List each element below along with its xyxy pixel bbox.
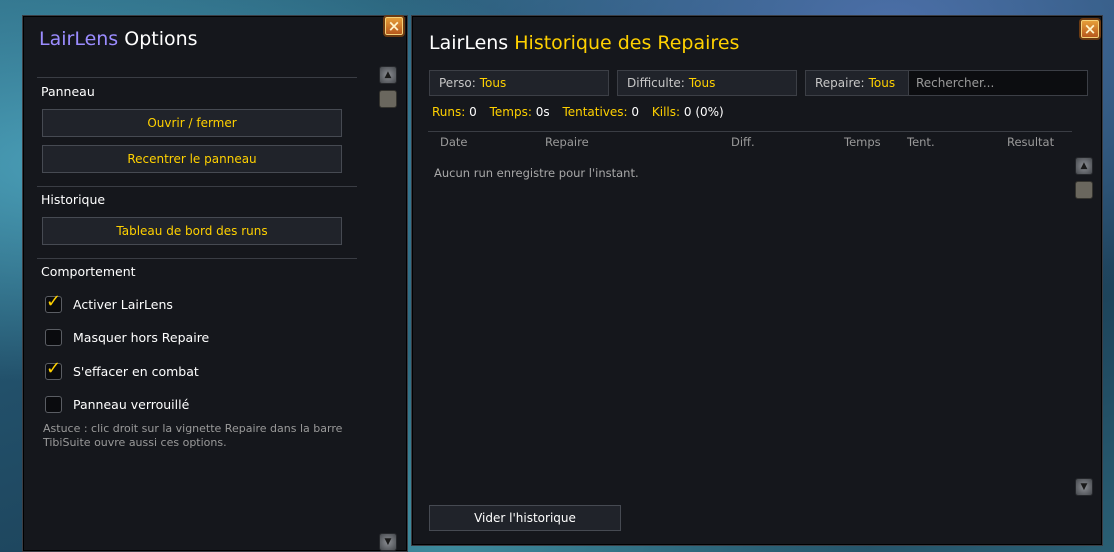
checkbox-label: Masquer hors Repaire bbox=[73, 329, 210, 345]
kills-value: 0 (0%) bbox=[683, 105, 724, 119]
divider bbox=[37, 186, 357, 187]
options-panel: LairLens Options × Panneau Ouvrir / ferm… bbox=[22, 15, 408, 552]
kills-label: Kills: bbox=[651, 105, 681, 119]
enable-lairlens-checkbox[interactable]: ✓ bbox=[45, 291, 62, 313]
hide-outside-lair-option[interactable]: Masquer hors Repaire bbox=[45, 327, 209, 347]
clear-history-button[interactable]: Vider l'historique bbox=[429, 505, 621, 531]
time-label: Temps: bbox=[489, 105, 532, 119]
runs-dashboard-button[interactable]: Tableau de bord des runs bbox=[42, 217, 342, 245]
lock-panel-checkbox[interactable] bbox=[45, 395, 62, 413]
checkmark-icon: ✓ bbox=[46, 290, 62, 312]
history-title: LairLens Historique des Repaires bbox=[429, 32, 739, 54]
arrow-down-icon: ▼ bbox=[384, 537, 392, 547]
runs-value: 0 bbox=[469, 105, 477, 119]
options-hint-text: Astuce : clic droit sur la vignette Repa… bbox=[43, 422, 343, 449]
divider bbox=[37, 77, 357, 78]
scroll-down-button[interactable]: ▼ bbox=[1075, 478, 1093, 496]
scroll-up-button[interactable]: ▲ bbox=[1075, 157, 1093, 175]
difficulty-filter-value: Tous bbox=[688, 76, 716, 90]
enable-lairlens-option[interactable]: ✓ Activer LairLens bbox=[45, 291, 173, 314]
toggle-panel-button[interactable]: Ouvrir / fermer bbox=[42, 109, 342, 137]
column-header-time[interactable]: Temps bbox=[844, 135, 881, 149]
hide-outside-lair-checkbox[interactable] bbox=[45, 328, 62, 346]
section-panel-label: Panneau bbox=[41, 84, 95, 99]
empty-state-message: Aucun run enregistre pour l'instant. bbox=[434, 166, 639, 180]
fade-in-combat-option[interactable]: ✓ S'effacer en combat bbox=[45, 358, 199, 381]
checkbox-label: Activer LairLens bbox=[73, 296, 173, 312]
column-header-difficulty[interactable]: Diff. bbox=[731, 135, 755, 149]
scroll-down-button[interactable]: ▼ bbox=[379, 533, 397, 551]
section-behavior-label: Comportement bbox=[41, 264, 136, 279]
history-title-addon: LairLens bbox=[429, 32, 509, 54]
arrow-up-icon: ▲ bbox=[384, 70, 392, 80]
close-icon: × bbox=[1083, 19, 1097, 38]
close-options-button[interactable]: × bbox=[383, 15, 405, 37]
arrow-up-icon: ▲ bbox=[1080, 161, 1088, 171]
arrow-down-icon: ▼ bbox=[1080, 482, 1088, 492]
history-title-text: Historique des Repaires bbox=[514, 32, 740, 54]
attempts-value: 0 bbox=[631, 105, 640, 119]
perso-filter-value: Tous bbox=[479, 76, 507, 90]
checkmark-icon: ✓ bbox=[46, 357, 62, 379]
close-icon: × bbox=[387, 16, 401, 35]
fade-in-combat-checkbox[interactable]: ✓ bbox=[45, 358, 62, 380]
recenter-panel-button[interactable]: Recentrer le panneau bbox=[42, 145, 342, 173]
scrollbar-thumb[interactable] bbox=[379, 90, 397, 108]
close-history-button[interactable]: × bbox=[1079, 18, 1101, 40]
difficulty-filter-label: Difficulte: bbox=[627, 76, 685, 90]
checkbox-label: S'effacer en combat bbox=[73, 363, 199, 379]
lair-filter-label: Repaire: bbox=[815, 76, 865, 90]
lair-filter-dropdown[interactable]: Repaire: Tous bbox=[805, 70, 909, 96]
column-header-result[interactable]: Resultat bbox=[1007, 135, 1054, 149]
history-stats: Runs: 0 Temps: 0s Tentatives: 0 Kills: 0… bbox=[432, 105, 733, 119]
options-title-text: Options bbox=[124, 28, 198, 50]
difficulty-filter-dropdown[interactable]: Difficulte: Tous bbox=[617, 70, 797, 96]
divider bbox=[428, 131, 1072, 132]
section-history-label: Historique bbox=[41, 192, 106, 207]
options-title: LairLens Options bbox=[39, 28, 198, 50]
column-header-attempts[interactable]: Tent. bbox=[907, 135, 935, 149]
lock-panel-option[interactable]: Panneau verrouillé bbox=[45, 394, 189, 414]
attempts-label: Tentatives: bbox=[562, 105, 628, 119]
column-header-lair[interactable]: Repaire bbox=[545, 135, 589, 149]
runs-label: Runs: bbox=[432, 105, 466, 119]
options-title-addon: LairLens bbox=[39, 28, 119, 50]
divider bbox=[37, 258, 357, 259]
perso-filter-dropdown[interactable]: Perso: Tous bbox=[429, 70, 609, 96]
column-header-date[interactable]: Date bbox=[440, 135, 468, 149]
lair-filter-value: Tous bbox=[868, 76, 896, 90]
history-panel: LairLens Historique des Repaires × Perso… bbox=[411, 15, 1103, 546]
search-input[interactable] bbox=[908, 70, 1088, 96]
perso-filter-label: Perso: bbox=[439, 76, 476, 90]
scrollbar-thumb[interactable] bbox=[1075, 181, 1093, 199]
scroll-up-button[interactable]: ▲ bbox=[379, 66, 397, 84]
checkbox-label: Panneau verrouillé bbox=[73, 396, 190, 412]
time-value: 0s bbox=[535, 105, 550, 119]
